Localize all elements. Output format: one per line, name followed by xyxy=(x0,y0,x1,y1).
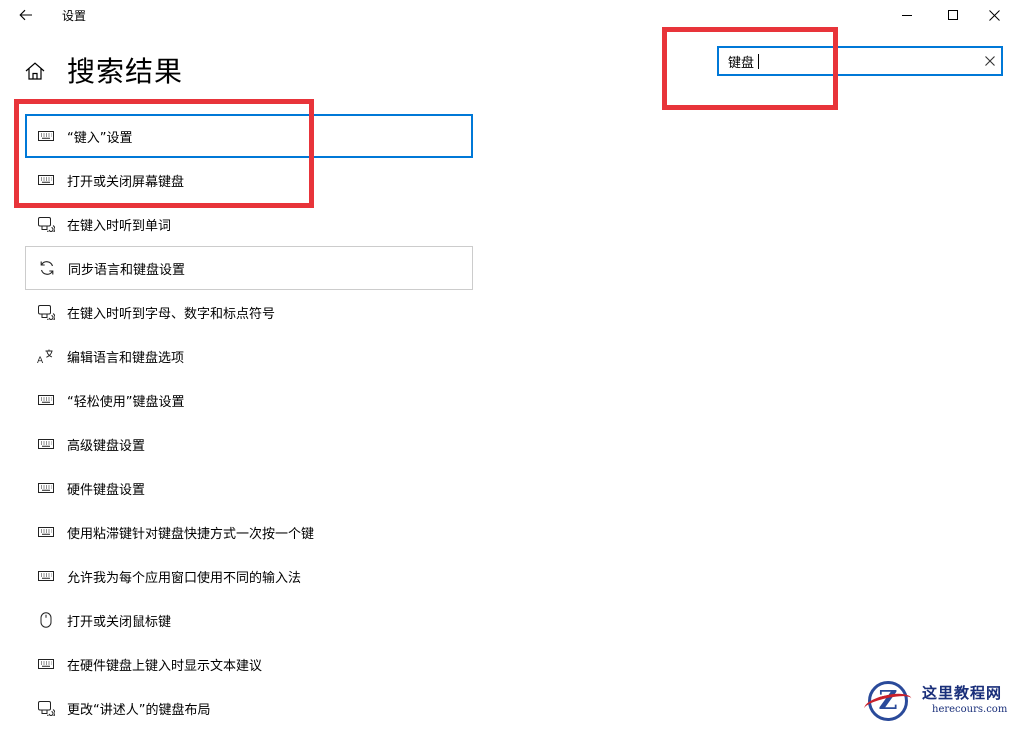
result-item[interactable]: 在硬件键盘上键入时显示文本建议 xyxy=(25,642,473,686)
language-icon: A xyxy=(25,348,65,364)
result-item[interactable]: “轻松使用”键盘设置 xyxy=(25,378,473,422)
result-label: 允许我为每个应用窗口使用不同的输入法 xyxy=(67,570,302,586)
result-item[interactable]: 允许我为每个应用窗口使用不同的输入法 xyxy=(25,554,473,598)
close-icon xyxy=(989,9,1000,21)
result-label: 打开或关闭鼠标键 xyxy=(67,614,172,630)
result-item[interactable]: 更改“讲述人”的键盘布局 xyxy=(25,686,473,730)
result-item[interactable]: 在键入时听到单词 xyxy=(25,202,473,246)
result-label: 硬件键盘设置 xyxy=(67,482,146,498)
watermark-url: herecours.com xyxy=(932,704,1008,715)
narrator-icon xyxy=(25,700,65,716)
home-icon xyxy=(25,62,45,80)
keyboard-icon xyxy=(25,395,65,405)
highlight-box-search xyxy=(662,27,838,110)
result-label: 更改“讲述人”的键盘布局 xyxy=(67,702,211,718)
keyboard-icon xyxy=(25,483,65,493)
watermark-logo: Z 这里教程网 herecours.com xyxy=(862,679,1009,723)
result-label: “轻松使用”键盘设置 xyxy=(67,394,185,410)
highlight-box-results xyxy=(14,99,314,208)
result-label: 高级键盘设置 xyxy=(67,438,146,454)
result-label: 编辑语言和键盘选项 xyxy=(67,350,185,366)
result-label: 在键入时听到单词 xyxy=(67,218,172,234)
clear-icon xyxy=(985,56,995,66)
clear-search-button[interactable] xyxy=(981,52,999,70)
watermark-title: 这里教程网 xyxy=(922,684,1003,702)
minimize-button[interactable] xyxy=(884,0,930,30)
close-button[interactable] xyxy=(976,0,1013,30)
title-bar: 设置 xyxy=(0,0,1013,30)
result-label: 在硬件键盘上键入时显示文本建议 xyxy=(67,658,263,674)
result-item[interactable]: 在键入时听到字母、数字和标点符号 xyxy=(25,290,473,334)
result-item[interactable]: 硬件键盘设置 xyxy=(25,466,473,510)
maximize-button[interactable] xyxy=(930,0,976,30)
keyboard-icon xyxy=(25,659,65,669)
svg-text:A: A xyxy=(37,356,44,364)
maximize-icon xyxy=(948,10,958,20)
keyboard-icon xyxy=(25,439,65,449)
result-item[interactable]: 高级键盘设置 xyxy=(25,422,473,466)
narrator-icon xyxy=(25,304,65,320)
narrator-icon xyxy=(25,216,65,232)
page-title: 搜索结果 xyxy=(67,55,184,88)
app-title: 设置 xyxy=(62,9,87,23)
back-arrow-icon xyxy=(19,9,32,21)
result-item[interactable]: A 编辑语言和键盘选项 xyxy=(25,334,473,378)
result-item[interactable]: 打开或关闭鼠标键 xyxy=(25,598,473,642)
result-item[interactable]: 同步语言和键盘设置 xyxy=(25,246,473,290)
result-label: 在键入时听到字母、数字和标点符号 xyxy=(67,306,276,322)
back-button[interactable] xyxy=(12,3,40,27)
result-label: 同步语言和键盘设置 xyxy=(68,262,186,278)
keyboard-icon xyxy=(25,571,65,581)
mouse-icon xyxy=(25,612,65,628)
result-item[interactable]: 使用粘滞键针对键盘快捷方式一次按一个键 xyxy=(25,510,473,554)
minimize-icon xyxy=(902,15,912,16)
keyboard-icon xyxy=(25,527,65,537)
home-button[interactable] xyxy=(22,58,48,84)
result-label: 使用粘滞键针对键盘快捷方式一次按一个键 xyxy=(67,526,315,542)
sync-icon xyxy=(26,260,66,276)
